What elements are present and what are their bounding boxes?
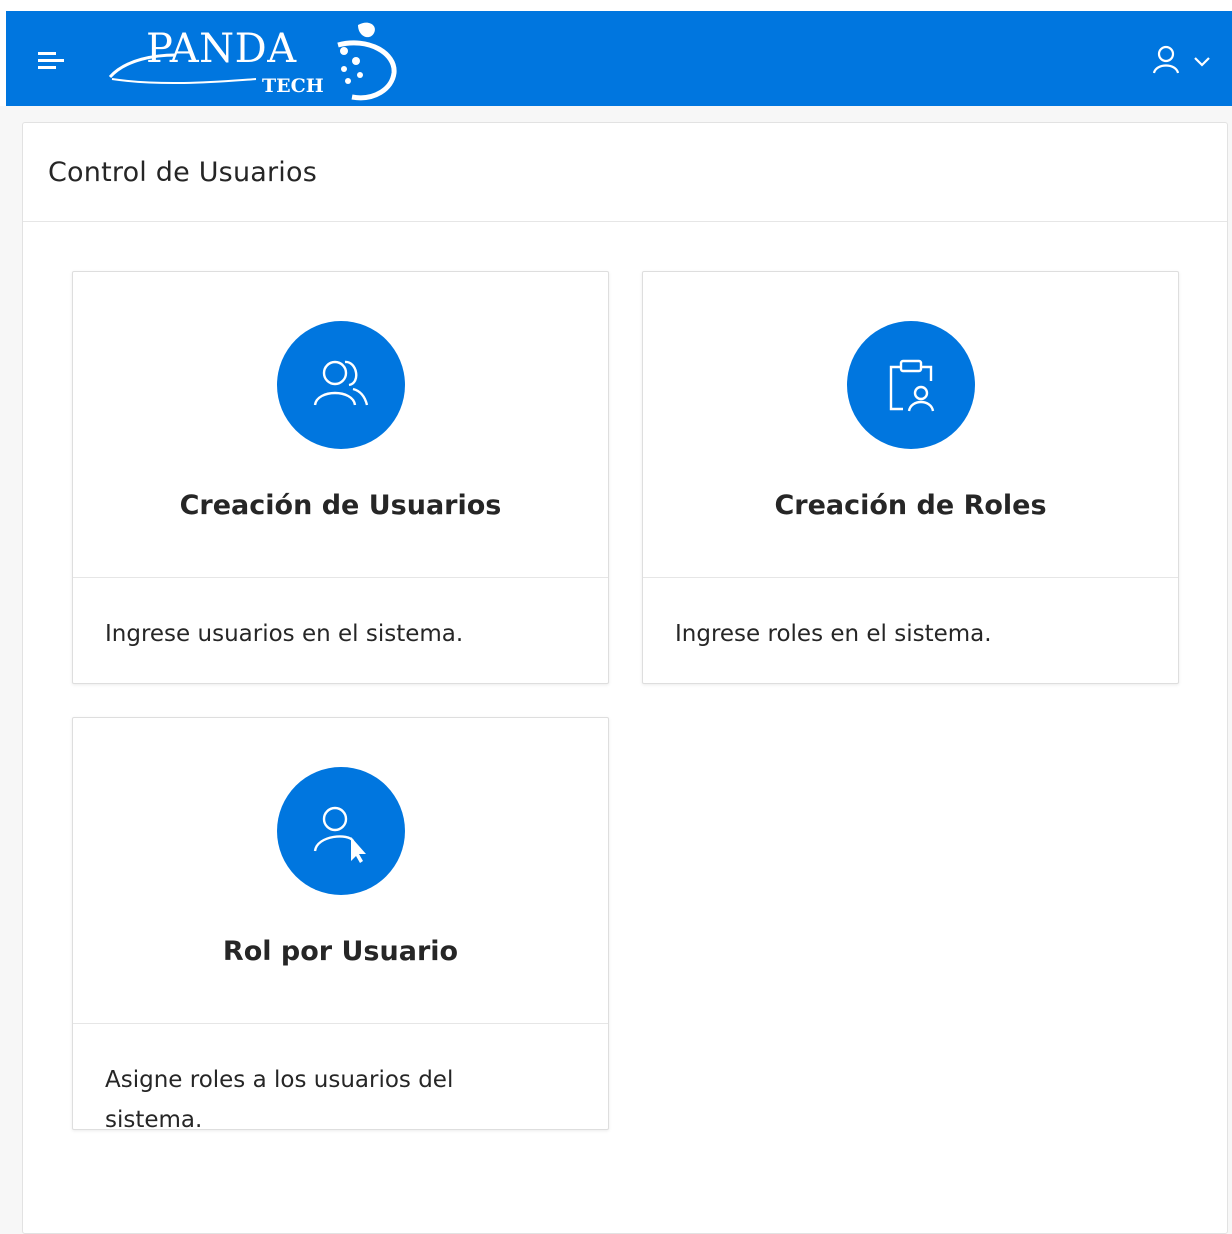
user-pointer-icon	[313, 806, 366, 863]
top-bar: PANDA TECH	[0, 0, 1232, 106]
logo-text: PANDA	[146, 26, 297, 72]
chevron-down-icon	[1194, 57, 1210, 67]
card-description: Ingrese roles en el sistema.	[675, 621, 992, 647]
card-creacion-roles[interactable]: Creación de Roles Ingrese roles en el si…	[642, 271, 1179, 684]
hamburger-menu-button[interactable]	[36, 47, 76, 75]
card-title: Creación de Usuarios	[179, 490, 502, 521]
header: PANDA TECH	[6, 11, 1232, 106]
app-logo[interactable]: PANDA TECH	[106, 17, 416, 103]
region-header: Control de Usuarios	[23, 123, 1227, 222]
hamburger-icon	[38, 52, 64, 69]
user-control-region: Control de Usuarios Creación de Usuarios…	[22, 122, 1228, 1234]
card-header: Creación de Usuarios	[73, 272, 608, 578]
clipboard-user-icon	[889, 359, 934, 412]
card-title: Creación de Roles	[774, 490, 1047, 521]
card-header: Rol por Usuario	[73, 718, 608, 1024]
card-creacion-usuarios[interactable]: Creación de Usuarios Ingrese usuarios en…	[72, 271, 609, 684]
card-description: Asigne roles a los usuarios del sistema.	[105, 1067, 454, 1133]
logo-subtext: TECH	[262, 75, 324, 97]
user-menu-button[interactable]	[1152, 43, 1218, 79]
region-title: Control de Usuarios	[48, 157, 317, 188]
card-rol-por-usuario[interactable]: Rol por Usuario Asigne roles a los usuar…	[72, 717, 609, 1133]
card-header: Creación de Roles	[643, 272, 1178, 578]
card-icon-circle	[846, 321, 975, 449]
card-icon-circle	[276, 321, 405, 449]
card-title: Rol por Usuario	[222, 936, 459, 967]
card-icon-circle	[276, 767, 405, 895]
card-description: Ingrese usuarios en el sistema.	[105, 621, 464, 647]
users-icon	[313, 360, 368, 406]
